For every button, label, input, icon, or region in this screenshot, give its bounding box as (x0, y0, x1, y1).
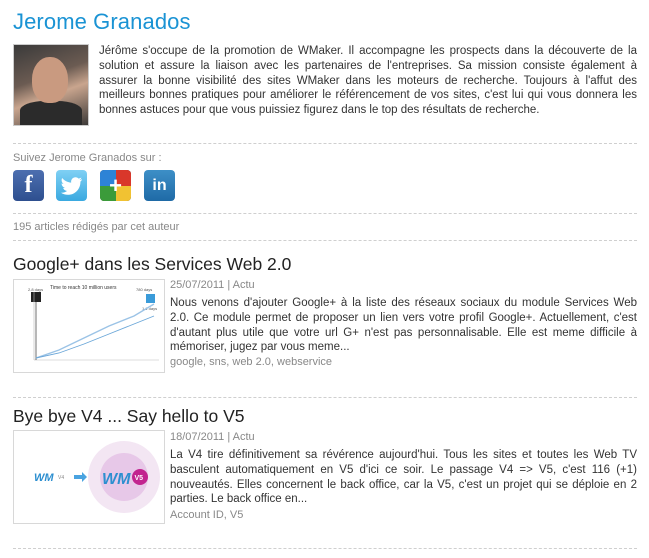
facebook-icon: f (24, 172, 33, 198)
divider (13, 213, 637, 214)
thumb-logo-old: WM (34, 472, 54, 484)
author-bio-text: Jérôme s'occupe de la promotion de WMake… (99, 45, 637, 117)
divider (13, 548, 637, 549)
v4-v5-logo-thumbnail: WM V4 WM V5 (34, 441, 160, 513)
google-plus-icon: + (109, 172, 122, 198)
twitter-icon (60, 176, 82, 195)
linkedin-icon: in (152, 176, 167, 194)
thumb-point-icon (146, 294, 155, 303)
avatar-face (32, 57, 68, 103)
avatar (13, 44, 89, 126)
divider (13, 143, 637, 144)
avatar-shirt (20, 101, 82, 125)
thumb-series-line (35, 303, 155, 359)
google-plus-button[interactable]: + (100, 170, 131, 201)
article-meta: 18/07/2011 | Actu (170, 431, 255, 443)
article-thumbnail[interactable]: WM V4 WM V5 (13, 430, 165, 524)
growth-chart-thumbnail: Time to reach 10 million users 2.8 days … (28, 285, 159, 361)
thumb-label: 2.8 days (28, 287, 43, 292)
divider (13, 397, 637, 398)
thumb-arrow-icon (74, 472, 87, 482)
linkedin-button[interactable]: in (144, 170, 175, 201)
facebook-button[interactable]: f (13, 170, 44, 201)
article-date: 25/07/2011 (170, 279, 225, 291)
article-excerpt: La V4 tire définitivement sa révérence a… (170, 449, 637, 506)
thumb-logo-new-tag: V5 (135, 475, 144, 482)
thumb-logo-old-tag: V4 (58, 475, 64, 481)
twitter-button[interactable] (56, 170, 87, 201)
article-count: 195 articles rédigés par cet auteur (13, 221, 180, 233)
article-tags[interactable]: Account ID, V5 (170, 509, 243, 521)
thumb-label: 780 days (136, 287, 152, 292)
article-category-link[interactable]: Actu (233, 279, 255, 291)
divider (13, 240, 637, 241)
author-name-heading: Jerome Granados (13, 9, 191, 34)
article-date: 18/07/2011 (170, 431, 225, 443)
article-excerpt: Nous venons d'ajouter Google+ à la liste… (170, 297, 637, 354)
article-tags[interactable]: google, sns, web 2.0, webservice (170, 356, 332, 368)
article-category-link[interactable]: Actu (233, 431, 255, 443)
thumb-logo-new: WM (102, 471, 131, 488)
article-meta: 25/07/2011 | Actu (170, 279, 255, 291)
thumb-chart-title: Time to reach 10 million users (50, 285, 117, 291)
thumb-point-icon (31, 292, 41, 302)
article-title-link[interactable]: Bye bye V4 ... Say hello to V5 (13, 406, 245, 427)
article-title-link[interactable]: Google+ dans les Services Web 2.0 (13, 254, 291, 275)
article-thumbnail[interactable]: Time to reach 10 million users 2.8 days … (13, 279, 165, 373)
follow-label: Suivez Jerome Granados sur : (13, 152, 162, 164)
